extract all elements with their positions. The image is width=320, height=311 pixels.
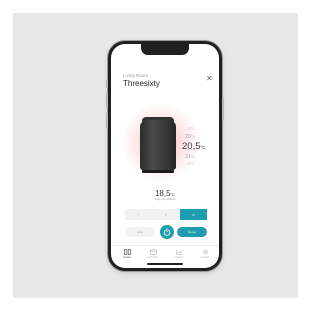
close-icon[interactable]: ✕ (206, 75, 213, 83)
app-screen: Living Room Threesixty ✕ 22°C 20°C 20,5°… (111, 44, 219, 268)
temp-scale-item[interactable]: 22°C (187, 162, 195, 167)
calendar-icon (149, 249, 157, 255)
gear-icon (202, 249, 208, 255)
temp-scale-item[interactable]: 20°C (185, 134, 195, 141)
temp-scale-item[interactable]: 22°C (187, 127, 195, 132)
boost-button[interactable]: Boost (177, 227, 207, 237)
current-temperature[interactable]: 20,5°C (182, 142, 206, 152)
eco-button[interactable]: Eco (125, 227, 155, 237)
heater-icon (123, 249, 131, 255)
tab-label: Settings (200, 256, 210, 259)
tabbar-divider (111, 245, 219, 246)
phone-frame: Living Room Threesixty ✕ 22°C 20°C 20,5°… (106, 41, 224, 271)
notch (141, 44, 189, 55)
tab-schedule[interactable]: Schedule (143, 249, 163, 259)
heater-image (140, 120, 176, 170)
speed-option-3[interactable]: III (179, 209, 207, 220)
volume-up-button (106, 93, 108, 109)
heater-base (142, 170, 174, 173)
tab-label: Heater (123, 256, 131, 259)
speed-option-1[interactable]: I (125, 209, 153, 220)
chart-icon (175, 249, 182, 255)
tab-settings[interactable]: Settings (195, 249, 215, 259)
device-title: Threesixty (123, 79, 160, 88)
home-indicator[interactable] (147, 263, 183, 265)
temp-scale-item[interactable]: 21°C (185, 154, 195, 161)
tab-label: History (175, 256, 183, 259)
power-icon (163, 228, 171, 236)
tab-history[interactable]: History (169, 249, 189, 259)
speed-option-2[interactable]: II (152, 209, 180, 220)
volume-down-button (106, 113, 108, 129)
power-button[interactable] (160, 225, 174, 239)
room-subtitle: Living Room (123, 73, 149, 78)
tab-label: Schedule (148, 256, 158, 259)
fan-speed-selector: I II III (125, 209, 207, 220)
target-temperature: 18,5°C (154, 189, 176, 198)
power-side-button (222, 97, 224, 121)
target-temperature-label: Target temperature (154, 198, 176, 201)
mute-switch (106, 79, 108, 88)
tab-heater[interactable]: Heater (117, 249, 137, 259)
